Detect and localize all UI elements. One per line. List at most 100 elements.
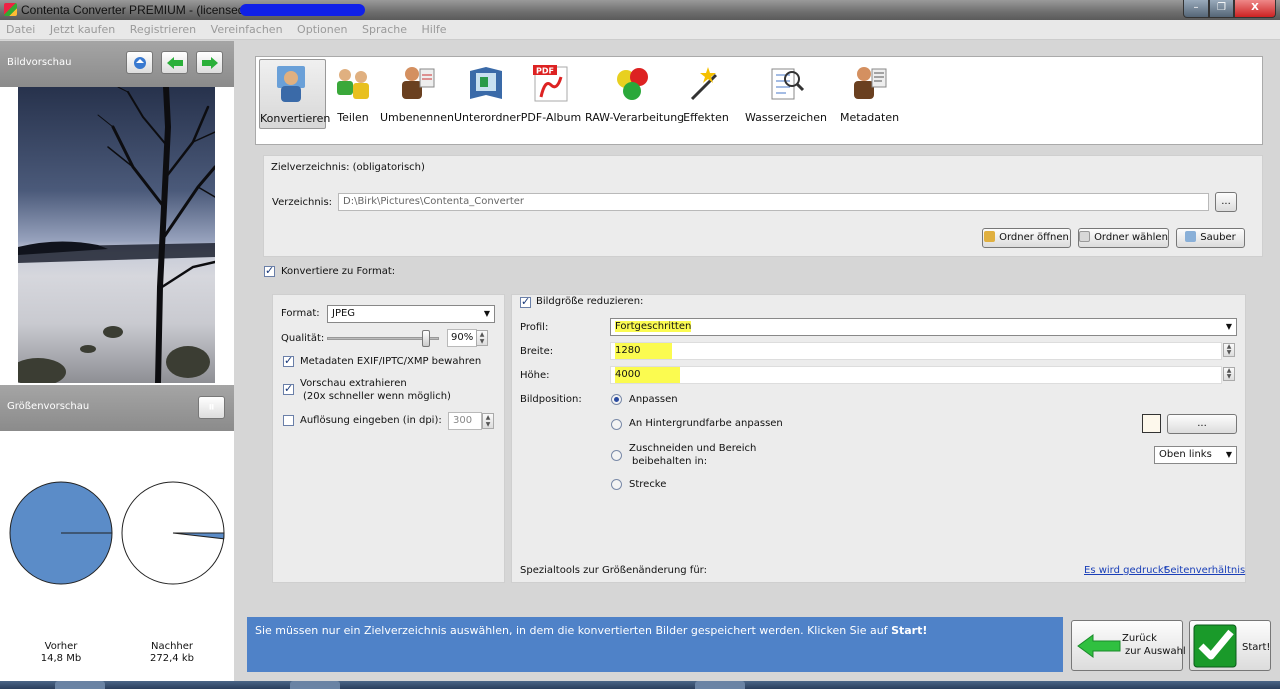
wand-icon	[1079, 231, 1091, 242]
close-button[interactable]: X	[1234, 0, 1276, 18]
tool-label: Wasserzeichen	[744, 111, 828, 124]
radio-fit-label: Anpassen	[629, 394, 678, 405]
checkmark-icon	[1193, 624, 1237, 668]
height-label: Höhe:	[520, 370, 550, 381]
crop-anchor-select[interactable]: Oben links ▼	[1154, 446, 1237, 464]
dpi-input[interactable]: 300	[448, 412, 482, 430]
height-spinner[interactable]: ▲ ▼	[1223, 367, 1235, 381]
tool-wasserzeichen[interactable]: Wasserzeichen	[733, 59, 839, 129]
convert-format-checkbox[interactable]	[264, 264, 275, 277]
clean-button[interactable]: Sauber	[1176, 228, 1245, 248]
menu-vereinfachen[interactable]: Vereinfachen	[205, 20, 288, 40]
tool-label: Effekten	[683, 111, 729, 124]
menu-registrieren[interactable]: Registrieren	[124, 20, 201, 40]
format-select[interactable]: JPEG ▼	[327, 305, 495, 323]
keep-metadata-checkbox[interactable]	[283, 354, 294, 367]
before-label: Vorher	[44, 641, 78, 652]
menu-hilfe[interactable]: Hilfe	[416, 20, 452, 40]
start-button[interactable]: Start!	[1189, 620, 1271, 671]
profile-value: Fortgeschritten	[615, 321, 692, 332]
menu-optionen[interactable]: Optionen	[291, 20, 352, 40]
after-value: 272,4 kb	[150, 653, 194, 664]
previous-image-button[interactable]	[161, 51, 188, 74]
width-value: 1280	[615, 343, 673, 359]
people-share-icon	[337, 69, 369, 99]
background-color-swatch[interactable]	[1142, 414, 1161, 433]
tool-umbenennen[interactable]: Umbenennen	[380, 59, 454, 129]
redacted-license-owner	[240, 4, 365, 16]
magic-wand-icon	[690, 67, 722, 101]
link-print[interactable]: Es wird gedruckt	[1084, 565, 1168, 576]
radio-fit[interactable]	[611, 394, 622, 405]
dpi-checkbox[interactable]	[283, 415, 294, 426]
profile-label: Profil:	[520, 322, 549, 333]
taskbar-item[interactable]	[695, 681, 745, 689]
back-label-1: Zurück	[1122, 633, 1157, 644]
extract-preview-checkbox[interactable]	[283, 382, 294, 395]
menu-datei[interactable]: Datei	[0, 20, 40, 40]
preview-title: Bildvorschau	[7, 57, 72, 68]
next-image-button[interactable]	[196, 51, 223, 74]
crop-anchor-value: Oben links	[1159, 449, 1212, 460]
quality-slider-thumb[interactable]	[422, 330, 430, 347]
tool-unterordner[interactable]: Unterordner	[454, 59, 521, 129]
tool-teilen[interactable]: Teilen	[328, 59, 378, 129]
tool-raw-verarbeitung[interactable]: RAW-Verarbeitung	[585, 59, 684, 129]
tool-effekten[interactable]: Effekten	[683, 59, 729, 129]
menu-jetzt-kaufen[interactable]: Jetzt kaufen	[44, 20, 120, 40]
taskbar-item[interactable]	[55, 681, 105, 689]
profile-select[interactable]: Fortgeschritten ▼	[610, 318, 1237, 336]
keep-metadata-label: Metadaten EXIF/IPTC/XMP bewahren	[300, 356, 482, 367]
open-folder-button[interactable]: Ordner öffnen	[982, 228, 1071, 248]
width-input[interactable]: 1280	[610, 342, 1222, 360]
height-value: 4000	[615, 367, 681, 383]
radio-crop-label-2: beibehalten in:	[632, 456, 708, 467]
convert-format-label: Konvertiere zu Format:	[281, 266, 396, 277]
height-input[interactable]: 4000	[610, 366, 1222, 384]
back-to-selection-button[interactable]: Zurück zur Auswahl	[1071, 620, 1186, 671]
taskbar-item[interactable]	[290, 681, 340, 689]
width-spinner[interactable]: ▲ ▼	[1223, 343, 1235, 357]
before-value: 14,8 Mb	[40, 653, 82, 664]
arrow-right-icon	[201, 57, 218, 69]
minimize-button[interactable]: –	[1183, 0, 1209, 18]
link-aspect-ratio[interactable]: Seitenverhältnis	[1164, 565, 1245, 576]
chevron-down-icon: ▼	[1225, 450, 1232, 459]
tool-label: Umbenennen	[380, 111, 454, 124]
tool-pdf-album[interactable]: PDF PDF-Album	[520, 59, 582, 129]
quality-input[interactable]: 90%	[447, 329, 477, 347]
clean-label: Sauber	[1200, 232, 1236, 243]
chevron-down-icon: ▼	[483, 309, 490, 318]
rotate-button[interactable]	[126, 51, 153, 74]
choose-folder-button[interactable]: Ordner wählen	[1078, 228, 1169, 248]
resize-checkbox[interactable]	[520, 295, 531, 308]
open-folder-label: Ordner öffnen	[999, 232, 1069, 243]
person-metadata-icon	[854, 67, 887, 99]
tool-label: Konvertieren	[260, 112, 331, 125]
pause-button[interactable]: ⏸	[198, 396, 225, 419]
pdf-badge: PDF	[536, 67, 554, 76]
pdf-icon: PDF	[533, 65, 568, 102]
maximize-button[interactable]: ❐	[1209, 0, 1234, 18]
directory-input[interactable]: D:\Birk\Pictures\Contenta_Converter	[338, 193, 1209, 211]
tool-konvertieren[interactable]: Konvertieren	[259, 59, 331, 129]
dpi-spinner[interactable]: ▲ ▼	[482, 413, 494, 429]
quality-slider[interactable]	[327, 330, 439, 347]
os-taskbar	[0, 681, 1280, 689]
radio-stretch[interactable]	[611, 479, 622, 490]
browse-button[interactable]: ...	[1215, 192, 1237, 212]
radio-background[interactable]	[611, 419, 622, 430]
preview-header: Bildvorschau	[0, 41, 234, 87]
resize-panel: Bildgröße reduzieren: Profil: Fortgeschr…	[511, 294, 1246, 583]
info-text-bold: Start!	[891, 624, 928, 637]
background-color-button[interactable]: ...	[1167, 414, 1237, 434]
raw-balls-icon	[617, 68, 648, 100]
sidebar: Bildvorschau Größenvorschau ⏸ Vorher 14,…	[0, 41, 234, 686]
radio-crop[interactable]	[611, 450, 622, 461]
quality-spinner[interactable]: ▲ ▼	[476, 330, 488, 346]
tool-metadaten[interactable]: Metadaten	[840, 59, 899, 129]
app-icon	[4, 3, 17, 16]
choose-folder-label: Ordner wählen	[1094, 232, 1168, 243]
menu-sprache[interactable]: Sprache	[356, 20, 412, 40]
resize-label: Bildgröße reduzieren:	[536, 296, 644, 307]
